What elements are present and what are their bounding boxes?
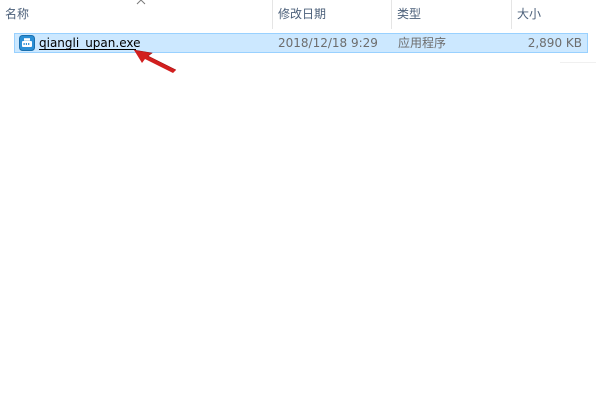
file-modified-date: 2018/12/18 9:29 [278,36,378,50]
application-icon [19,35,35,51]
file-size: 2,890 KB [527,36,582,50]
column-header-modified-label: 修改日期 [278,7,327,21]
divider [560,62,596,63]
column-header-size-label: 大小 [517,7,542,21]
file-explorer: 名称 修改日期 类型 大小 qiangli_upan.exe 2018/12/1… [0,0,598,397]
column-header-name[interactable]: 名称 [0,0,272,29]
column-header-modified[interactable]: 修改日期 [273,0,391,29]
column-header-size[interactable]: 大小 [512,0,598,29]
file-type: 应用程序 [398,36,447,50]
column-header-type-label: 类型 [397,7,422,21]
file-name-underline [39,49,136,50]
column-header-name-label: 名称 [5,7,30,21]
red-arrow-icon [133,49,177,73]
chevron-up-icon [136,0,146,5]
column-header-type[interactable]: 类型 [392,0,511,29]
file-row[interactable]: qiangli_upan.exe 2018/12/18 9:29 应用程序 2,… [14,33,588,53]
column-header-bar: 名称 修改日期 类型 大小 [0,0,598,29]
